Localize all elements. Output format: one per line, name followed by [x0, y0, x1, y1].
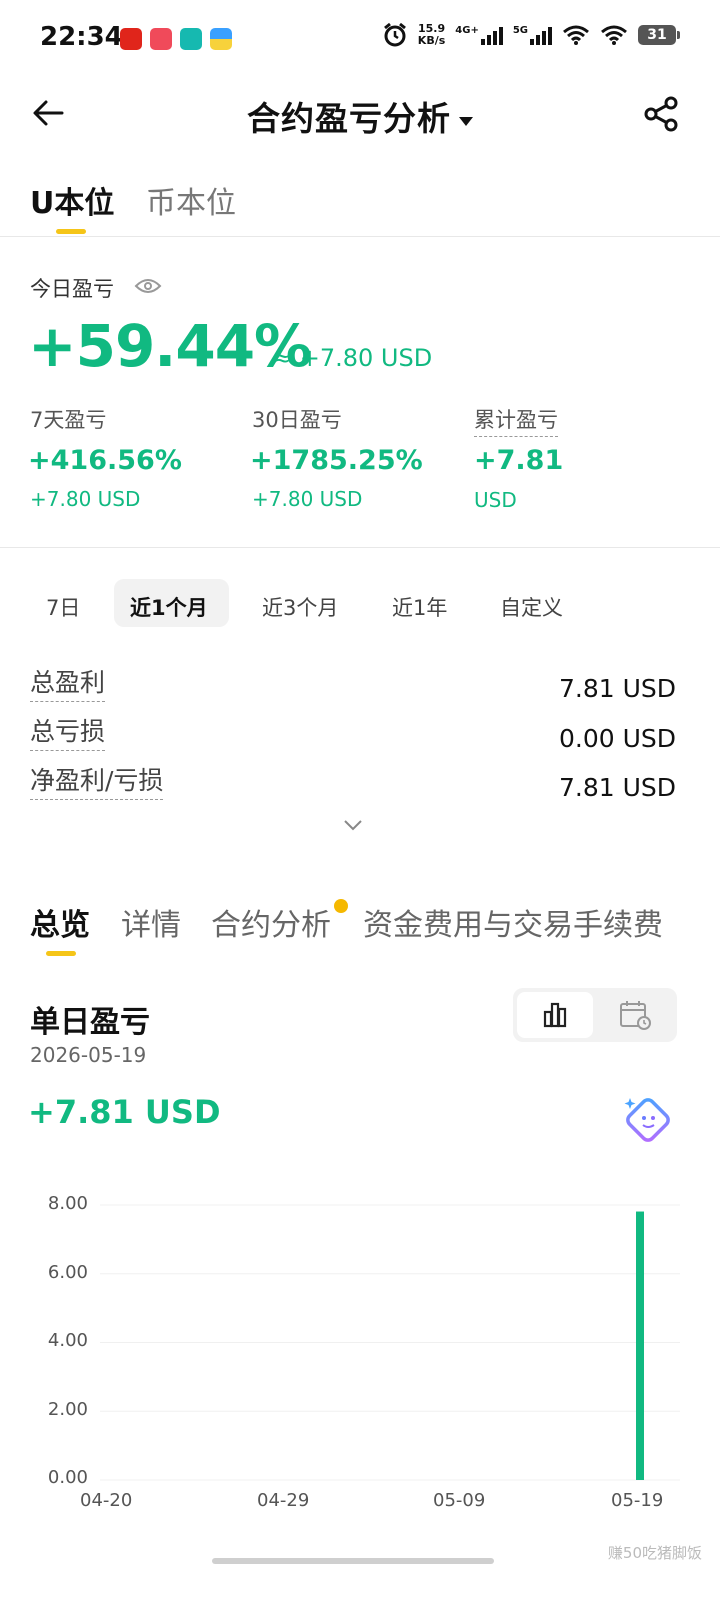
stat-30d-sub: +7.80 USD: [252, 487, 363, 511]
home-indicator[interactable]: [212, 1558, 494, 1564]
app-icon-wallet: [210, 28, 232, 50]
alarm-icon: [383, 22, 406, 47]
status-time: 22:34: [40, 22, 123, 52]
total-loss-value: 0.00 USD: [558, 724, 676, 753]
today-pnl-label: 今日盈亏: [30, 277, 114, 301]
period-1m[interactable]: 近1个月: [130, 592, 208, 622]
tab-details[interactable]: 详情: [121, 900, 181, 944]
daily-pnl-date: 2026-05-19: [30, 1043, 147, 1067]
bar-chart-icon: [543, 1002, 567, 1028]
app-icon-boss: [180, 28, 202, 50]
wifi-icon: [563, 25, 589, 45]
tab-overview[interactable]: 总览: [30, 900, 90, 944]
caret-down-icon: [459, 117, 473, 126]
x-tick-label: 05-19: [611, 1490, 664, 1511]
chevron-down-icon[interactable]: [343, 815, 363, 835]
x-tick-label: 05-09: [433, 1490, 486, 1511]
x-tick-label: 04-20: [80, 1490, 133, 1511]
battery-indicator: 31: [638, 25, 680, 45]
period-7d[interactable]: 7日: [46, 592, 80, 622]
daily-pnl-chart: [100, 1204, 680, 1481]
share-icon[interactable]: [642, 95, 680, 133]
period-3m[interactable]: 近3个月: [262, 592, 338, 622]
watermark: 赚50吃猪脚饭: [607, 1544, 702, 1562]
wifi-icon-2: [601, 25, 627, 45]
tab-coin-margined[interactable]: 币本位: [146, 178, 236, 222]
total-loss-label[interactable]: 总亏损: [30, 712, 106, 751]
stat-total-label[interactable]: 累计盈亏: [474, 404, 558, 437]
calendar-clock-icon: [620, 1001, 651, 1030]
eye-icon[interactable]: [134, 276, 162, 296]
today-pnl-percent: +59.44%: [28, 312, 312, 380]
stat-7d-sub: +7.80 USD: [30, 487, 141, 511]
net-pnl-value: 7.81 USD: [558, 773, 676, 802]
stat-7d-value: +416.56%: [28, 445, 182, 476]
active-tab-indicator: [46, 951, 76, 956]
divider: [0, 236, 720, 237]
period-custom[interactable]: 自定义: [500, 592, 563, 622]
tab-funding-fees[interactable]: 资金费用与交易手续费: [363, 900, 663, 944]
tab-u-margined[interactable]: U本位: [30, 178, 114, 222]
signal-4g: 4G+: [455, 25, 503, 45]
notification-dot: [334, 899, 348, 913]
signal-5g: 5G: [513, 25, 552, 45]
total-profit-label[interactable]: 总盈利: [30, 663, 106, 702]
daily-pnl-title: 单日盈亏: [30, 1005, 150, 1040]
page-title-dropdown[interactable]: 合约盈亏分析: [0, 92, 720, 140]
page-title: 合约盈亏分析: [247, 99, 451, 138]
calendar-toggle[interactable]: [597, 992, 673, 1038]
app-icon-red: [120, 28, 142, 50]
x-tick-label: 04-29: [257, 1490, 310, 1511]
net-pnl-label[interactable]: 净盈利/亏损: [30, 761, 164, 800]
stat-30d-label: 30日盈亏: [252, 408, 342, 432]
stat-total-value: +7.81: [474, 445, 564, 476]
stat-total-sub: USD: [474, 488, 517, 512]
stat-30d-value: +1785.25%: [250, 445, 423, 476]
period-1y[interactable]: 近1年: [392, 592, 447, 622]
divider: [0, 547, 720, 548]
net-speed: 15.9 KB/s: [417, 22, 446, 47]
bar-chart-toggle[interactable]: [517, 992, 593, 1038]
app-icon-map: [150, 28, 172, 50]
active-tab-indicator: [56, 229, 86, 234]
tab-contract-analysis[interactable]: 合约分析: [211, 900, 331, 944]
daily-pnl-value: +7.81 USD: [28, 1093, 221, 1131]
bar-05-19: [636, 1211, 644, 1480]
total-profit-value: 7.81 USD: [558, 674, 676, 703]
stat-7d-label: 7天盈亏: [30, 408, 107, 432]
status-indicators: 15.9 KB/s 4G+ 5G 31: [382, 22, 680, 48]
today-pnl-usd: ≈ +7.80 USD: [272, 344, 433, 372]
ai-assistant-icon[interactable]: [622, 1094, 672, 1144]
